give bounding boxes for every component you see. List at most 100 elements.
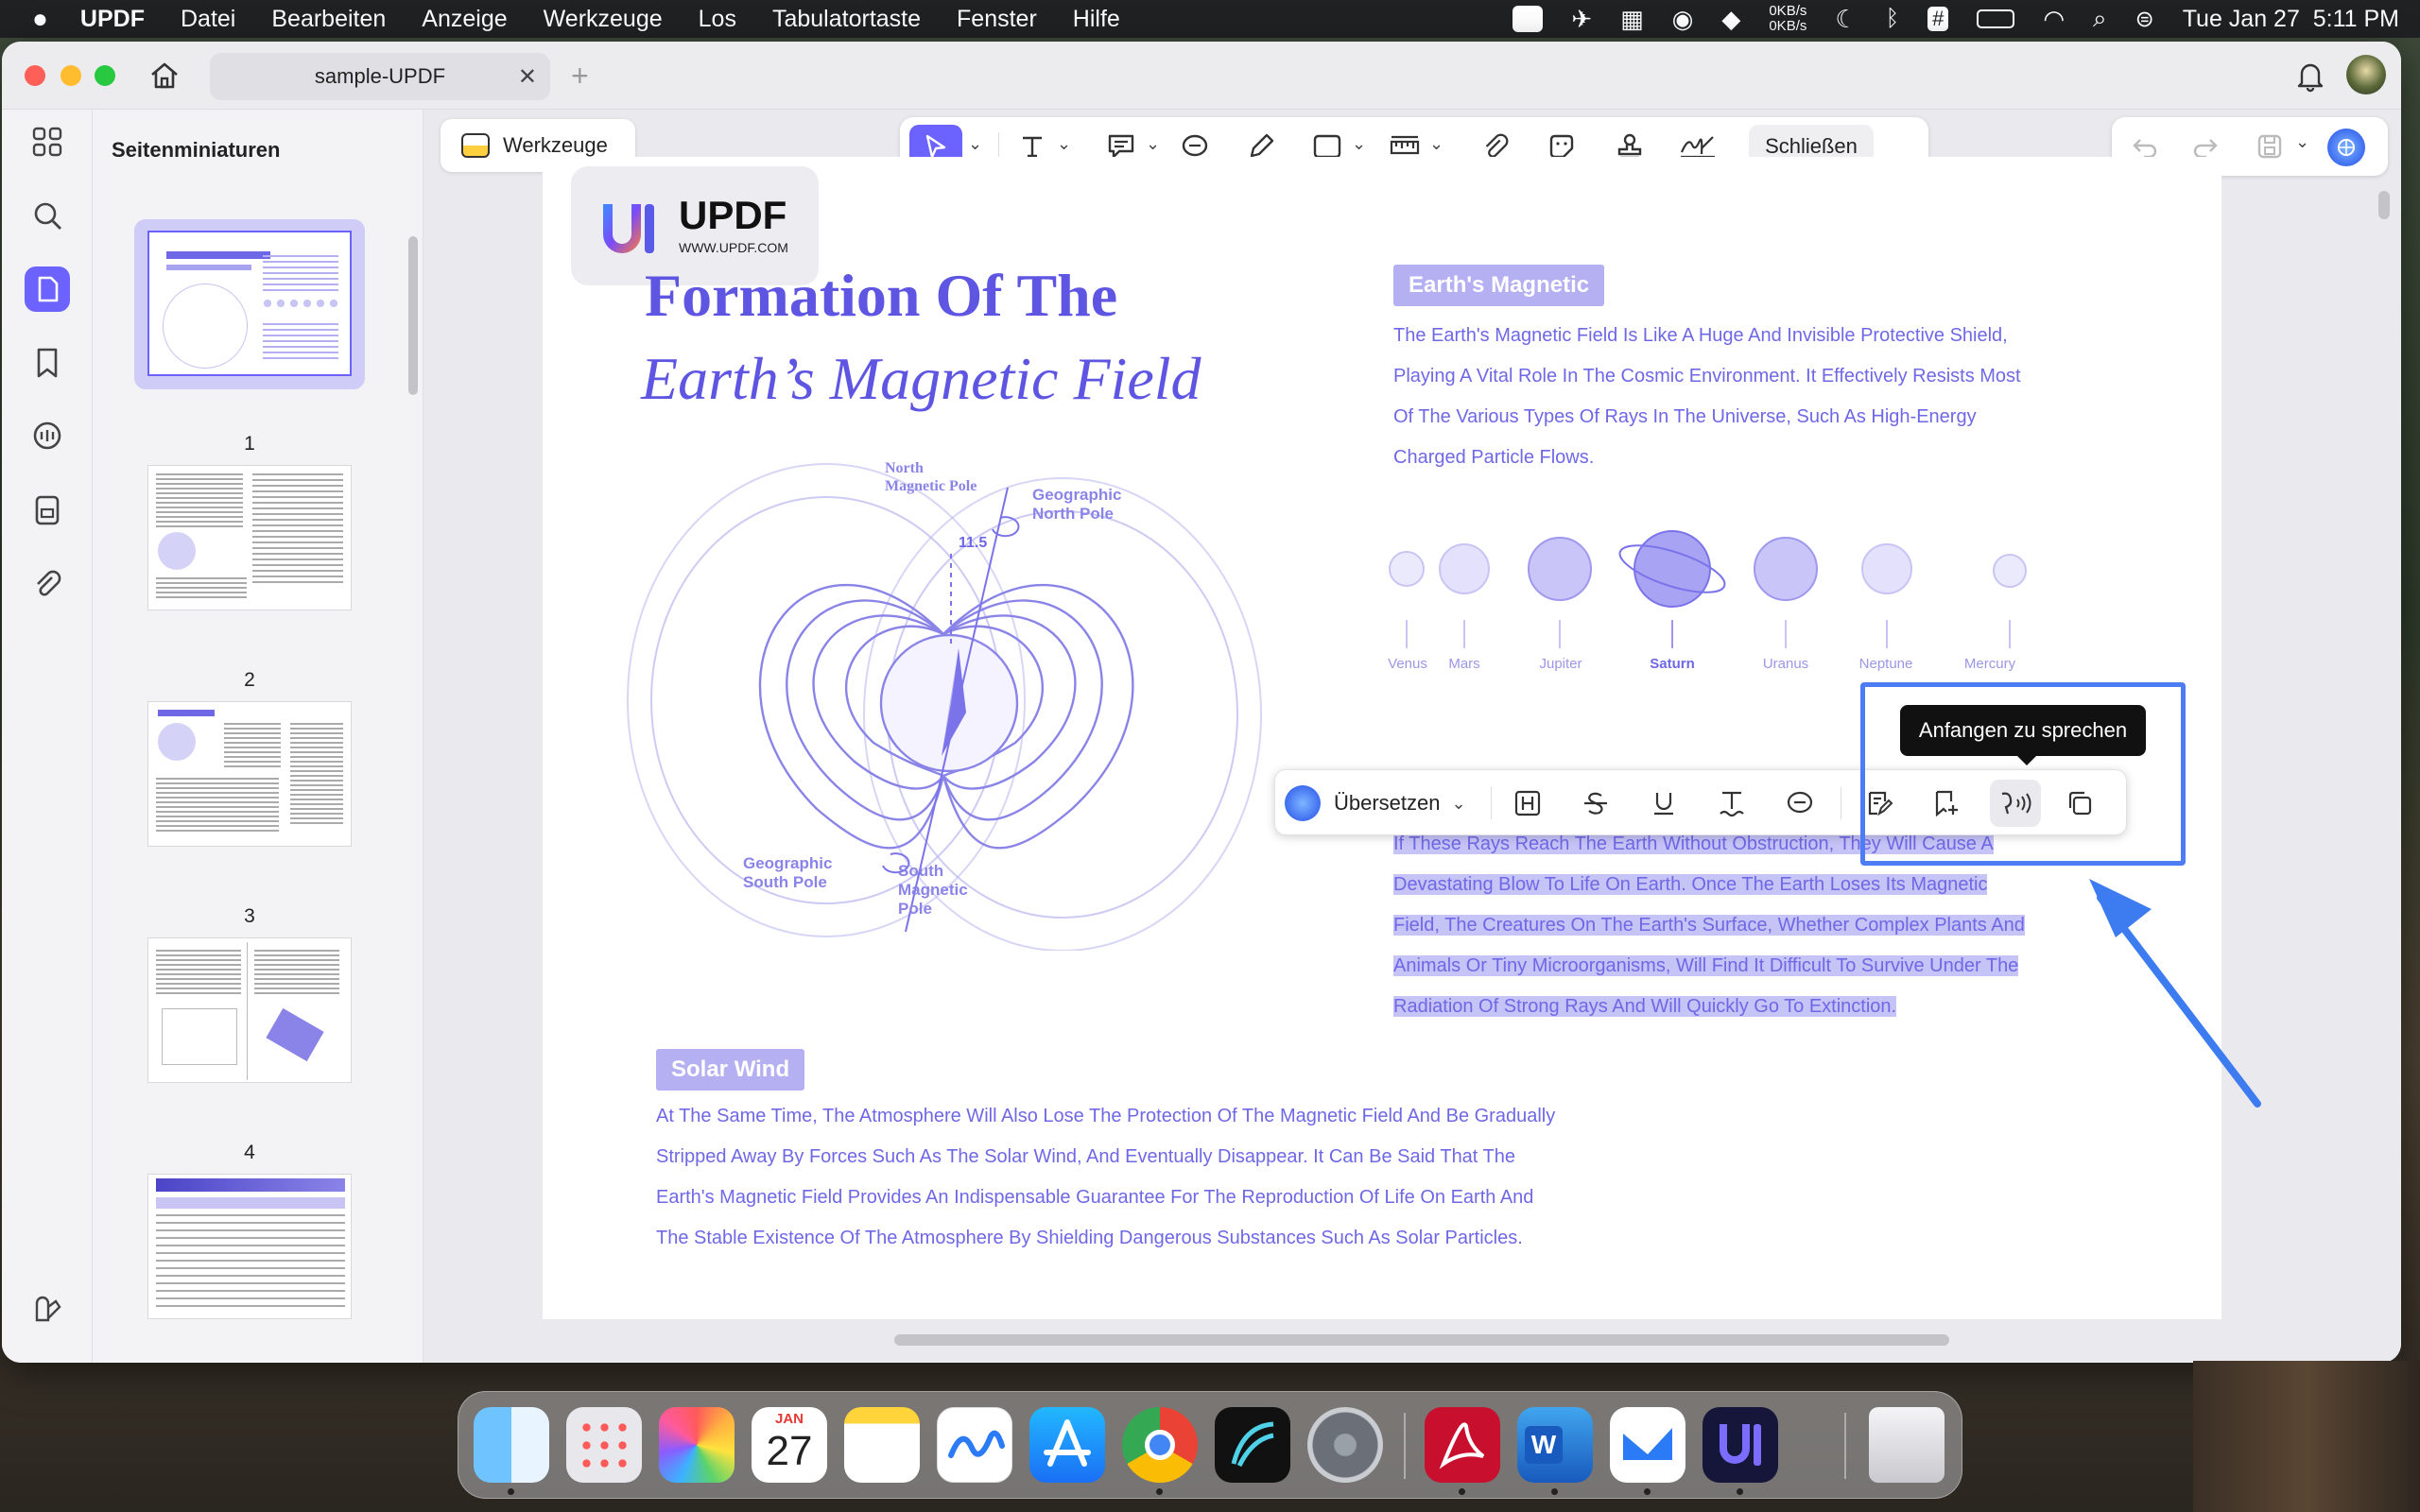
acrobat-icon[interactable] — [1425, 1407, 1500, 1483]
ai-assistant-icon[interactable] — [2327, 129, 2365, 166]
planet-mercury-circle — [1993, 554, 2027, 588]
thumbnail-number: 2 — [244, 669, 255, 691]
paragraph-line: Of The Various Types Of Rays In The Univ… — [1393, 406, 1977, 427]
translate-button[interactable]: Übersetzen ⌄ — [1285, 782, 1466, 825]
menu-hilfe[interactable]: Hilfe — [1073, 6, 1120, 33]
menu-fenster[interactable]: Fenster — [957, 6, 1037, 33]
notes-icon[interactable] — [844, 1407, 920, 1483]
chevron-down-icon[interactable]: ⌄ — [1146, 134, 1160, 154]
comment-icon[interactable] — [1778, 782, 1822, 825]
chevron-down-icon[interactable]: ⌄ — [1057, 134, 1071, 154]
updf-dock-icon[interactable] — [1703, 1407, 1778, 1483]
menu-datetime[interactable]: Tue Jan 27 5:11 PM — [2183, 6, 2399, 33]
hash-icon[interactable]: # — [1927, 7, 1949, 31]
trash-icon[interactable] — [1869, 1407, 1945, 1483]
freeform-icon[interactable] — [937, 1407, 1012, 1483]
label-line: Geographic — [743, 854, 833, 872]
photos-icon[interactable] — [659, 1407, 735, 1483]
chevron-down-icon[interactable]: ⌄ — [2295, 132, 2309, 152]
menu-los[interactable]: Los — [699, 6, 736, 33]
thumbnail-panel: Seitenminiaturen 1 2 3 4 — [93, 110, 424, 1363]
highlight-icon[interactable] — [1506, 782, 1549, 825]
bird-status-icon[interactable]: ✈ — [1571, 5, 1592, 34]
updf-logo-icon — [597, 197, 660, 257]
word-icon[interactable]: W — [1517, 1407, 1593, 1483]
updf-status-icon[interactable] — [1512, 6, 1544, 32]
page-thumbnail-2[interactable] — [147, 465, 352, 610]
document-tab[interactable]: sample-UPDF ✕ — [210, 53, 550, 100]
vpn-status-icon[interactable]: ◉ — [1672, 5, 1694, 34]
home-icon[interactable] — [147, 59, 182, 93]
system-settings-icon[interactable] — [1307, 1407, 1383, 1483]
dock-separator — [1844, 1413, 1846, 1479]
control-center-icon[interactable]: ⊜ — [2135, 6, 2154, 33]
tab-close-icon[interactable]: ✕ — [518, 63, 537, 91]
running-indicator — [1459, 1488, 1465, 1495]
page-thumbnail-1[interactable] — [147, 231, 352, 376]
themes-icon[interactable] — [25, 1287, 70, 1332]
running-indicator — [1737, 1488, 1743, 1495]
menu-datei[interactable]: Datei — [181, 6, 235, 33]
bell-icon[interactable] — [2293, 59, 2327, 93]
organize-pages-icon[interactable] — [25, 119, 70, 164]
attachment-icon[interactable] — [25, 561, 70, 607]
strikethrough-icon[interactable] — [1574, 782, 1617, 825]
page-thumbnail-5[interactable] — [147, 1174, 352, 1319]
wifi-icon[interactable]: ◠ — [2043, 5, 2065, 34]
form-fields-icon[interactable] — [25, 488, 70, 533]
battery-icon[interactable] — [1977, 9, 2015, 28]
user-avatar[interactable] — [2346, 55, 2386, 94]
close-tools-label: Schließen — [1765, 134, 1858, 158]
chevron-down-icon[interactable]: ⌄ — [1429, 134, 1443, 154]
menu-werkzeuge[interactable]: Werkzeuge — [544, 6, 663, 33]
left-icon-rail — [2, 110, 93, 1363]
chevron-down-icon[interactable]: ⌄ — [968, 134, 982, 154]
section1-paragraph: The Earth's Magnetic Field Is Like A Hug… — [1393, 316, 2021, 478]
net-down: 0KB/s — [1769, 18, 1807, 34]
bookmark-icon[interactable] — [25, 340, 70, 386]
running-indicator — [1644, 1488, 1651, 1495]
selected-line: Animals Or Tiny Microorganisms, Will Fin… — [1393, 946, 2025, 987]
mail-app-icon[interactable] — [1610, 1407, 1685, 1483]
chevron-down-icon[interactable]: ⌄ — [1352, 134, 1366, 154]
menu-tabulatortaste[interactable]: Tabulatortaste — [772, 6, 921, 33]
bag-status-icon[interactable]: ◆ — [1721, 5, 1740, 34]
finder-icon[interactable] — [474, 1407, 549, 1483]
paragraph-line: At The Same Time, The Atmosphere Will Al… — [656, 1106, 1556, 1126]
section-heading-earths-magnetic: Earth's Magnetic — [1393, 265, 1605, 306]
menu-app-name[interactable]: UPDF — [80, 6, 145, 33]
minimize-window-button[interactable] — [60, 65, 81, 86]
horizontal-scrollbar[interactable] — [894, 1334, 1949, 1346]
apple-icon[interactable]: ● — [32, 4, 48, 34]
running-indicator — [1156, 1488, 1163, 1495]
app-store-icon[interactable] — [1029, 1407, 1105, 1483]
comment-list-icon[interactable] — [25, 414, 70, 459]
calendar-icon[interactable]: JAN 27 — [752, 1407, 827, 1483]
vertical-scrollbar[interactable] — [2378, 191, 2390, 219]
chrome-icon[interactable] — [1122, 1407, 1198, 1483]
thumbnail-scrollbar[interactable] — [408, 236, 418, 395]
perplexity-icon[interactable] — [1215, 1407, 1290, 1483]
launchpad-icon[interactable] — [566, 1407, 642, 1483]
thumbnail-number: 4 — [244, 1142, 255, 1163]
save-icon[interactable] — [2256, 132, 2284, 161]
new-tab-icon[interactable]: + — [571, 59, 589, 94]
squiggly-text-icon[interactable] — [1710, 782, 1754, 825]
section-heading-solar-wind: Solar Wind — [656, 1049, 805, 1091]
page-thumbnail-3[interactable] — [147, 701, 352, 847]
grid-status-icon[interactable]: ▦ — [1620, 5, 1644, 34]
close-window-button[interactable] — [25, 65, 45, 86]
running-indicator — [1551, 1488, 1558, 1495]
updf-logo-text: UPDF — [679, 193, 787, 237]
spotlight-icon[interactable]: ⌕ — [2093, 4, 2107, 34]
search-icon[interactable] — [25, 193, 70, 238]
thumbnails-icon[interactable] — [25, 266, 70, 312]
menu-bearbeiten[interactable]: Bearbeiten — [271, 6, 386, 33]
moon-icon[interactable]: ☾ — [1835, 5, 1857, 34]
page-thumbnail-4[interactable] — [147, 937, 352, 1083]
underline-icon[interactable] — [1642, 782, 1685, 825]
bluetooth-icon[interactable]: ᛒ — [1886, 6, 1899, 32]
zoom-window-button[interactable] — [95, 65, 115, 86]
annotation-highlight-box — [1860, 682, 2186, 866]
menu-anzeige[interactable]: Anzeige — [422, 6, 507, 33]
